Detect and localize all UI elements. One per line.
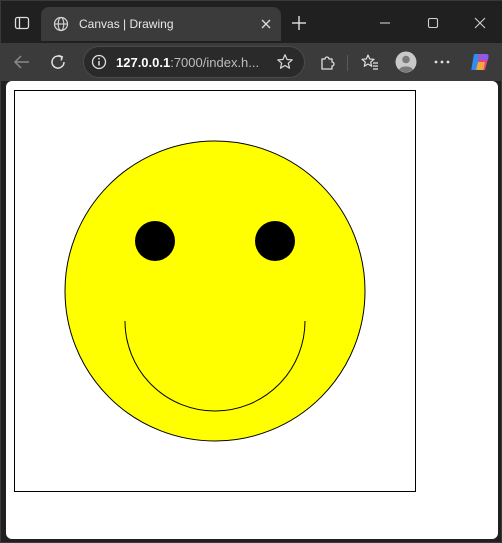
url-text[interactable]: 127.0.0.1:7000/index.h... [116, 55, 259, 70]
refresh-button[interactable] [44, 48, 72, 76]
tab-strip: Canvas | Drawing [1, 1, 502, 43]
page-viewport [6, 81, 498, 539]
maximize-button[interactable] [419, 9, 447, 37]
active-tab[interactable]: Canvas | Drawing [41, 7, 281, 41]
extensions-button[interactable] [314, 48, 342, 76]
more-icon [434, 60, 450, 64]
drawing-canvas[interactable] [14, 90, 416, 492]
plus-icon [292, 16, 306, 30]
copilot-icon [471, 54, 489, 70]
url-path: :7000/index.h... [170, 55, 260, 70]
address-bar[interactable]: 127.0.0.1:7000/index.h... [83, 46, 305, 78]
new-tab-button[interactable] [287, 11, 311, 35]
right-eye [255, 221, 295, 261]
smiley-drawing [64, 140, 366, 442]
favorites-icon [361, 54, 378, 70]
refresh-icon [51, 54, 65, 69]
tab-title: Canvas | Drawing [79, 17, 174, 31]
profile-button[interactable] [392, 48, 420, 76]
smiley-face [64, 140, 366, 442]
puzzle-icon [321, 56, 335, 70]
close-icon [261, 19, 271, 29]
maximize-icon [427, 17, 439, 29]
tab-actions-button[interactable] [9, 10, 35, 36]
left-eye [135, 221, 175, 261]
copilot-button[interactable] [466, 48, 494, 76]
tab-actions-icon [14, 16, 30, 30]
url-host: 127.0.0.1 [116, 55, 171, 70]
more-button[interactable] [428, 48, 456, 76]
toolbar-divider [347, 55, 348, 71]
favorites-button[interactable] [356, 48, 384, 76]
browser-window: Canvas | Drawing 127.0.0.1:7000/index.h.… [0, 0, 502, 543]
minimize-button[interactable] [371, 9, 399, 37]
globe-icon [53, 16, 69, 32]
close-window-button[interactable] [466, 9, 494, 37]
back-arrow-icon [13, 55, 29, 69]
minimize-icon [380, 22, 390, 24]
close-tab-button[interactable] [257, 15, 275, 33]
star-icon[interactable] [276, 53, 294, 71]
close-icon [474, 17, 486, 29]
profile-icon [395, 51, 417, 73]
browser-toolbar: 127.0.0.1:7000/index.h... [1, 43, 502, 81]
info-icon[interactable] [91, 54, 107, 70]
back-button[interactable] [8, 48, 36, 76]
